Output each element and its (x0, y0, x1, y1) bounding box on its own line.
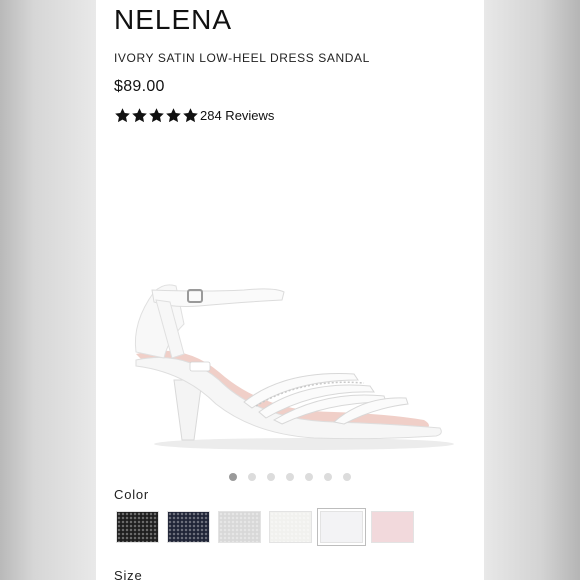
pagination-dot[interactable] (248, 473, 256, 481)
product-price: $89.00 (114, 78, 165, 95)
pagination-dot[interactable] (229, 473, 237, 481)
star-icon (165, 107, 182, 124)
color-swatches[interactable] (116, 508, 414, 546)
swatch-navy-sparkle[interactable] (167, 511, 210, 543)
pagination-dot[interactable] (286, 473, 294, 481)
pagination-dot[interactable] (305, 473, 313, 481)
sandal-illustration (134, 284, 454, 450)
pagination-dot[interactable] (267, 473, 275, 481)
sandal-image[interactable] (124, 262, 454, 457)
swatch-blush[interactable] (371, 511, 414, 543)
background-blur-right (484, 0, 580, 580)
star-icon (114, 107, 131, 124)
star-icon (131, 107, 148, 124)
swatch-ivory-glitter[interactable] (269, 511, 312, 543)
swatch-black-sparkle[interactable] (116, 511, 159, 543)
star-icon (148, 107, 165, 124)
background-blur-left (0, 0, 96, 580)
swatch-ivory-satin[interactable] (317, 508, 366, 546)
product-subtitle: IVORY SATIN LOW-HEEL DRESS SANDAL (114, 51, 370, 65)
color-label: Color (114, 487, 150, 502)
rating-row[interactable]: 284 Reviews (114, 106, 274, 124)
star-icon (182, 107, 199, 124)
reviews-link[interactable]: 284 Reviews (200, 108, 274, 123)
pagination-dot[interactable] (343, 473, 351, 481)
product-page: NELENA IVORY SATIN LOW-HEEL DRESS SANDAL… (96, 0, 484, 580)
product-title: NELENA (114, 4, 233, 35)
size-label: Size (114, 568, 143, 580)
gallery-pagination[interactable] (96, 473, 484, 481)
pagination-dot[interactable] (324, 473, 332, 481)
swatch-silver-sparkle[interactable] (218, 511, 261, 543)
